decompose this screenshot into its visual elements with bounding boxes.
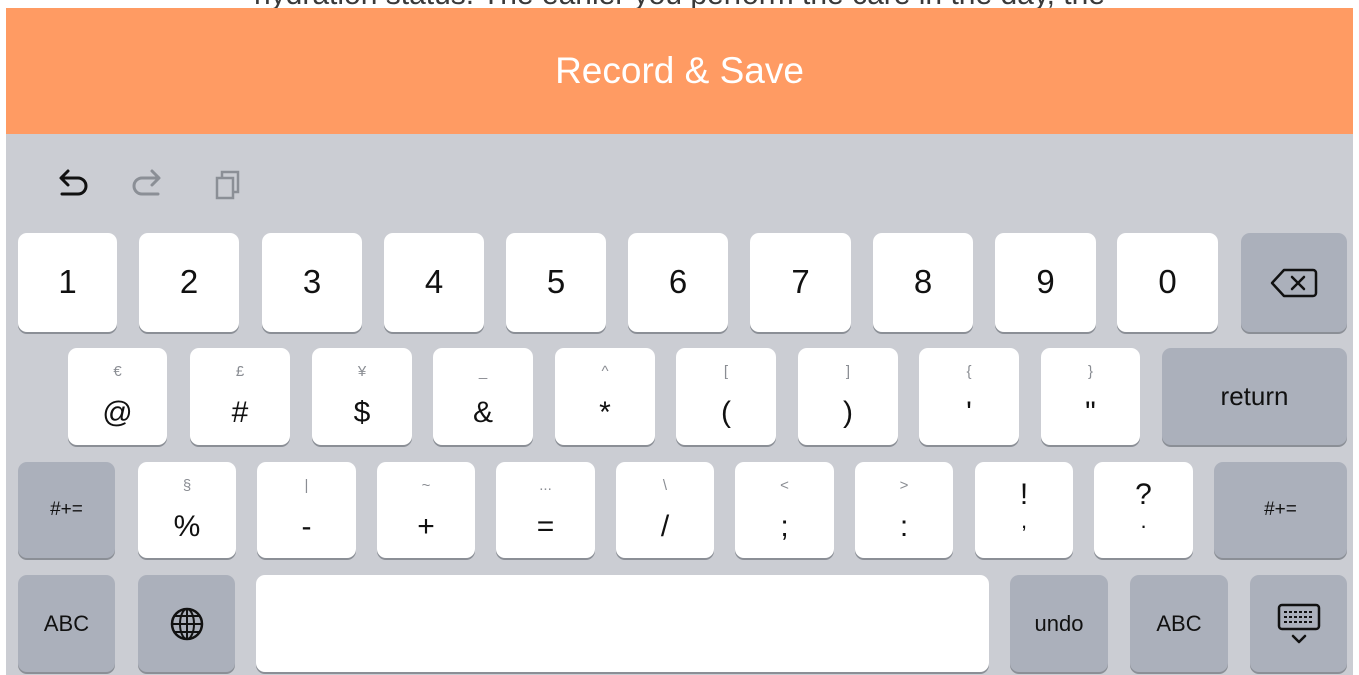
- record-save-button[interactable]: Record & Save: [6, 8, 1353, 134]
- undo-key[interactable]: undo: [1010, 575, 1108, 672]
- key-slash[interactable]: \ /: [616, 462, 714, 558]
- key-6[interactable]: 6: [628, 233, 728, 332]
- abc-key-left[interactable]: ABC: [18, 575, 115, 672]
- globe-icon: [138, 575, 235, 672]
- key-asterisk[interactable]: ^ *: [555, 348, 655, 445]
- key-5[interactable]: 5: [506, 233, 606, 332]
- on-screen-keyboard: 1 2 3 4 5 6 7 8 9 0 €@ £# ¥$ _& ^*: [6, 134, 1353, 675]
- key-apostrophe[interactable]: {': [919, 348, 1019, 445]
- key-question[interactable]: ?.: [1094, 462, 1193, 558]
- space-bar[interactable]: [256, 575, 989, 672]
- key-percent[interactable]: §%: [138, 462, 236, 558]
- key-9[interactable]: 9: [995, 233, 1096, 332]
- key-at[interactable]: € @: [68, 348, 167, 445]
- key-open-paren[interactable]: [(: [676, 348, 776, 445]
- paste-clipboard-icon[interactable]: [206, 162, 250, 206]
- keyboard-dismiss-key[interactable]: [1250, 575, 1347, 672]
- key-8[interactable]: 8: [873, 233, 973, 332]
- key-hash[interactable]: £ #: [190, 348, 290, 445]
- key-dollar[interactable]: ¥ $: [312, 348, 412, 445]
- key-exclamation[interactable]: !,: [975, 462, 1073, 558]
- return-key[interactable]: return: [1162, 348, 1347, 445]
- delete-backspace-icon: [1241, 233, 1347, 332]
- symbols-toggle-left[interactable]: #+=: [18, 462, 115, 558]
- key-4[interactable]: 4: [384, 233, 484, 332]
- key-close-paren[interactable]: ]): [798, 348, 898, 445]
- key-equals[interactable]: ... =: [496, 462, 595, 558]
- keyboard-dismiss-icon: [1250, 575, 1347, 672]
- key-semicolon[interactable]: <;: [735, 462, 834, 558]
- key-2[interactable]: 2: [139, 233, 239, 332]
- delete-key[interactable]: [1241, 233, 1347, 332]
- key-1[interactable]: 1: [18, 233, 117, 332]
- key-3[interactable]: 3: [262, 233, 362, 332]
- symbols-toggle-right[interactable]: #+=: [1214, 462, 1347, 558]
- key-ampersand[interactable]: _ &: [433, 348, 533, 445]
- screen: hydration status. The earlier you perfor…: [0, 0, 1359, 675]
- key-colon[interactable]: >:: [855, 462, 953, 558]
- abc-key-right[interactable]: ABC: [1130, 575, 1228, 672]
- globe-key[interactable]: [138, 575, 235, 672]
- key-plus[interactable]: ~ +: [377, 462, 475, 558]
- redo-arrow-icon[interactable]: [126, 162, 170, 206]
- undo-arrow-icon[interactable]: [50, 162, 94, 206]
- key-hyphen[interactable]: | -: [257, 462, 356, 558]
- key-quote[interactable]: } ": [1041, 348, 1140, 445]
- key-0[interactable]: 0: [1117, 233, 1218, 332]
- key-7[interactable]: 7: [750, 233, 851, 332]
